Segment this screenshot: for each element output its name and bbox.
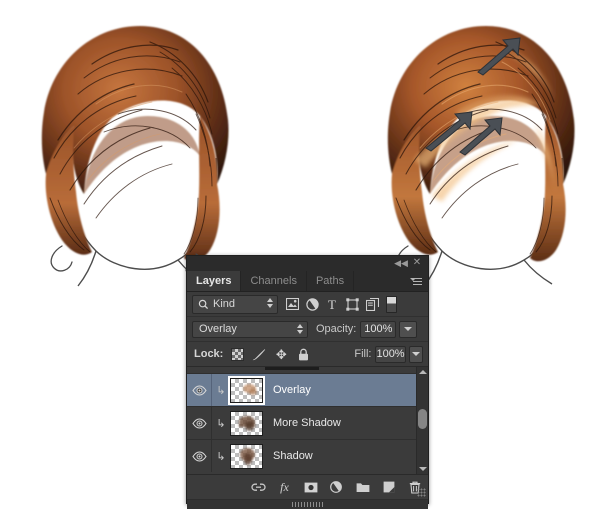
lock-icons: ✥ <box>230 347 310 361</box>
scrollbar-thumb[interactable] <box>418 409 427 429</box>
scroll-up-arrow-icon[interactable] <box>417 367 428 377</box>
filter-kind-label: Kind <box>213 298 236 310</box>
lock-all-icon[interactable] <box>296 347 310 361</box>
lock-position-icon[interactable]: ✥ <box>274 347 288 361</box>
eye-icon <box>191 450 207 462</box>
layer-thumbnail-overlay[interactable] <box>228 375 265 405</box>
panel-menu-icon[interactable] <box>410 275 424 287</box>
tab-channels[interactable]: Channels <box>241 271 307 291</box>
layer-list-top-partial-row <box>187 367 428 374</box>
layer-row-more-shadow[interactable]: ↳ More Shadow <box>187 407 428 440</box>
layer-visibility-toggle[interactable] <box>187 374 212 406</box>
panel-tabbar: Layers Channels Paths <box>187 271 428 292</box>
filter-enable-toggle-icon[interactable] <box>386 295 397 313</box>
layer-name-shadow: Shadow <box>273 450 313 462</box>
layer-visibility-toggle[interactable] <box>187 440 212 472</box>
eye-icon <box>191 417 207 429</box>
fill-dropdown-button[interactable] <box>408 345 423 363</box>
fill-label: Fill: <box>354 348 372 360</box>
layer-thumbnail-shadow[interactable] <box>230 443 263 469</box>
filter-pixel-layers-icon[interactable] <box>285 297 299 311</box>
lock-row: Lock: ✥ Fill: 100% <box>187 342 428 367</box>
layer-list: ↳ Overlay ↳ More Shadow ↳ Shadow <box>187 367 428 475</box>
horizontal-grip-icon[interactable] <box>291 502 324 507</box>
layer-style-fx-button[interactable]: fx <box>277 480 292 495</box>
layer-name-overlay: Overlay <box>273 384 311 396</box>
filter-type-icons: T <box>285 297 379 311</box>
tab-paths[interactable]: Paths <box>307 271 355 291</box>
scroll-down-arrow-icon[interactable] <box>417 464 428 474</box>
layer-row-overlay[interactable]: ↳ Overlay <box>187 374 428 407</box>
layer-filter-row: Kind T <box>187 292 428 317</box>
eye-icon <box>191 384 207 396</box>
clipping-mask-arrow-icon: ↳ <box>216 384 226 397</box>
blend-mode-select[interactable]: Overlay <box>192 320 308 338</box>
hair-illustration-after <box>352 8 600 288</box>
filter-smart-objects-icon[interactable] <box>365 297 379 311</box>
collapse-double-arrow-icon[interactable]: ◀◀ <box>394 257 408 269</box>
layer-visibility-toggle[interactable] <box>187 407 212 439</box>
filter-kind-select[interactable]: Kind <box>192 294 278 314</box>
layer-row-shadow[interactable]: ↳ Shadow <box>187 440 428 472</box>
new-layer-button[interactable] <box>381 480 396 495</box>
blend-stepper-icon[interactable] <box>297 323 303 334</box>
resize-grip-icon[interactable] <box>417 488 426 497</box>
blend-mode-value: Overlay <box>199 323 237 335</box>
filter-adjustment-layers-icon[interactable] <box>305 297 319 311</box>
layer-name-more-shadow: More Shadow <box>273 417 341 429</box>
blend-mode-row: Overlay Opacity: 100% <box>187 317 428 342</box>
layer-thumbnail-more-shadow[interactable] <box>230 410 263 436</box>
lock-transparent-pixels-icon[interactable] <box>230 347 244 361</box>
type-t-glyph: T <box>328 296 336 312</box>
add-layer-mask-button[interactable] <box>303 480 318 495</box>
move-arrows-glyph: ✥ <box>275 346 287 362</box>
opacity-value[interactable]: 100% <box>360 320 397 338</box>
lock-image-pixels-icon[interactable] <box>252 347 266 361</box>
close-icon[interactable]: ✕ <box>410 257 424 269</box>
opacity-label: Opacity: <box>316 323 357 335</box>
panel-status-bar <box>187 499 428 509</box>
fill-value[interactable]: 100% <box>375 345 406 363</box>
filter-shape-layers-icon[interactable] <box>345 297 359 311</box>
stepper-updown-icon[interactable] <box>267 297 273 308</box>
opacity-dropdown-button[interactable] <box>399 320 418 338</box>
layers-panel: ◀◀ ✕ Layers Channels Paths Kind T Overla… <box>186 255 429 509</box>
hair-illustration-before <box>0 8 300 288</box>
fx-glyph: fx <box>280 479 289 494</box>
clipping-mask-arrow-icon: ↳ <box>216 417 226 430</box>
new-adjustment-layer-button[interactable] <box>329 480 344 495</box>
link-layers-button[interactable] <box>251 480 266 495</box>
panel-titlebar: ◀◀ ✕ <box>187 256 428 271</box>
search-icon <box>198 299 209 309</box>
filter-type-layers-icon[interactable]: T <box>325 297 339 311</box>
screenshot-canvas: ◀◀ ✕ Layers Channels Paths Kind T Overla… <box>0 0 600 520</box>
layers-panel-footer: fx <box>187 475 428 499</box>
layer-list-scrollbar[interactable] <box>416 367 428 474</box>
lock-label: Lock: <box>194 348 224 360</box>
clipping-mask-arrow-icon: ↳ <box>216 450 226 463</box>
new-group-button[interactable] <box>355 480 370 495</box>
tab-layers[interactable]: Layers <box>187 271 242 291</box>
